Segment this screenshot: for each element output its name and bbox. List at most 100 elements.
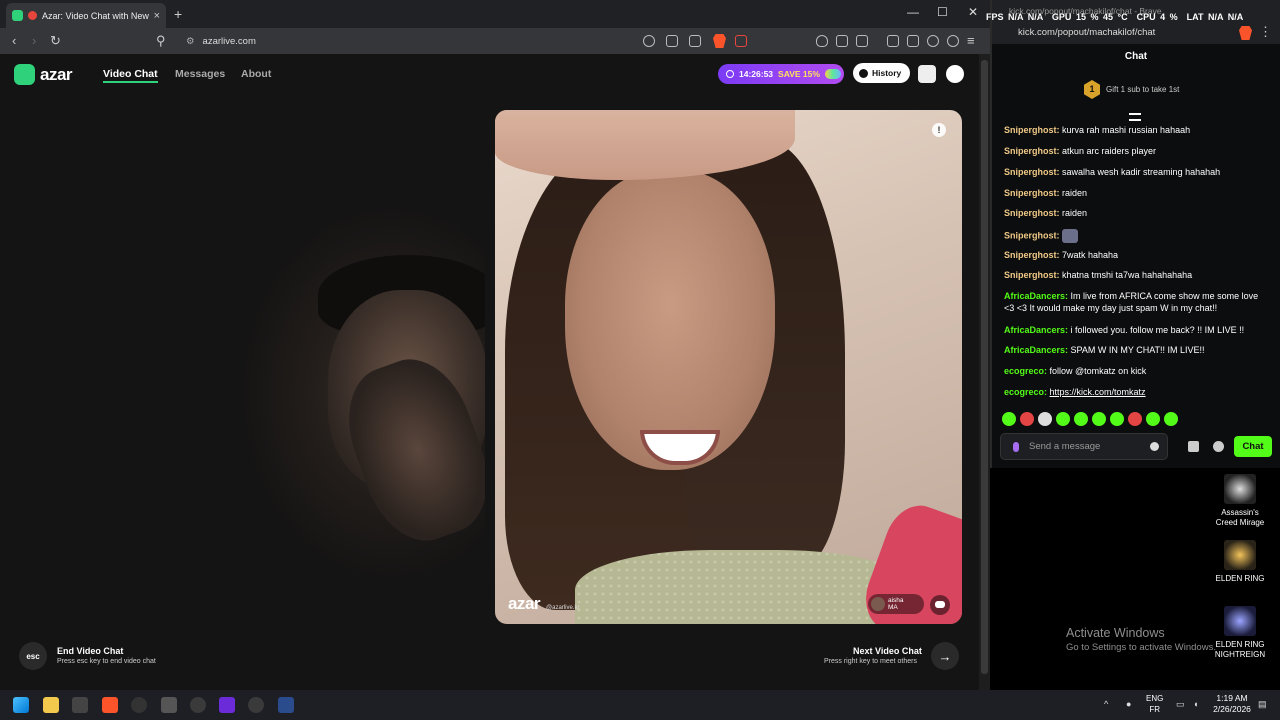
settings-icon[interactable] [1213,441,1224,452]
message-icon[interactable] [930,595,950,615]
emote-icon[interactable] [1110,412,1124,426]
emote-icon[interactable] [1020,412,1034,426]
nav-about[interactable]: About [241,68,271,80]
emote-icon[interactable] [1074,412,1088,426]
brave-taskbar-icon[interactable] [102,697,118,713]
tab-azar[interactable]: Azar: Video Chat with New P... × [6,3,166,28]
history-button[interactable]: History [853,63,910,83]
kick-menu-icon[interactable]: ⋮ [1259,24,1272,40]
emote-icon[interactable] [1164,412,1178,426]
chat-link[interactable]: https://kick.com/tomkatz [1050,387,1146,397]
chat-input[interactable]: Send a message [1000,433,1168,460]
chat-text: sawalha wesh kadir streaming hahahah [1062,167,1221,177]
chat-username[interactable]: AfricaDancers: [1004,291,1068,301]
report-button[interactable]: ! [932,123,946,137]
emote-icon[interactable] [1002,412,1016,426]
tray-overflow-icon[interactable]: ^ [1104,699,1108,709]
brave-rewards-icon[interactable] [735,35,747,47]
chat-username[interactable]: ecogreco: [1004,366,1047,376]
brave-shields-icon-kick[interactable] [1239,26,1252,40]
emote-icon[interactable] [1092,412,1106,426]
maximize-button[interactable]: ☐ [937,5,948,19]
leo-ai-icon[interactable] [927,35,939,47]
steam-icon[interactable] [131,697,147,713]
profile-icon[interactable] [946,65,964,83]
app-icon[interactable] [248,697,264,713]
reload-icon[interactable]: ↻ [50,33,61,49]
nav-messages[interactable]: Messages [175,68,225,80]
language-indicator[interactable]: ENG FR [1146,693,1163,715]
chat-username[interactable]: AfricaDancers: [1004,325,1068,335]
store-taskbar-icon[interactable] [72,697,88,713]
promo-badge[interactable]: 14:26:53 SAVE 15% [718,64,844,84]
volume-icon[interactable]: ◖ [1193,699,1198,709]
end-video-chat-title[interactable]: End Video Chat [57,646,123,656]
chat-username[interactable]: Sniperghost: [1004,250,1060,260]
chat-username[interactable]: Sniperghost: [1004,208,1060,218]
new-tab-button[interactable]: + [174,6,182,22]
zoom-icon[interactable] [643,35,655,47]
start-icon[interactable] [13,697,29,713]
file-explorer-icon[interactable] [43,697,59,713]
gift-sub-banner[interactable]: 1 Gift 1 sub to take 1st [1084,80,1179,99]
vpn-icon[interactable] [816,35,828,47]
app-icon[interactable] [190,697,206,713]
chat-username[interactable]: Sniperghost: [1004,270,1060,280]
forward-icon[interactable]: › [32,33,36,48]
peer-badge[interactable]: aisha MA [868,594,924,614]
esc-key-button[interactable]: esc [19,642,47,670]
mic-icon[interactable] [1013,441,1019,452]
chat-username[interactable]: Sniperghost: [1004,125,1060,135]
desktop-icon-ac-mirage[interactable]: Assassin's Creed Mirage [1210,474,1270,528]
menu-icon[interactable]: ≡ [967,33,975,48]
nav-video-chat[interactable]: Video Chat [103,68,158,83]
vpn-shield-icon[interactable] [947,35,959,47]
emoji-icon[interactable] [1150,442,1159,451]
desktop-icon-nightreign[interactable]: ELDEN RING NIGHTREIGN [1210,606,1270,660]
tab-close-button[interactable]: × [154,10,160,22]
emote-icon[interactable] [1056,412,1070,426]
screenshot-icon[interactable] [856,35,868,47]
extensions-icon[interactable] [836,35,848,47]
chat-text: raiden [1062,208,1088,218]
next-video-chat-title[interactable]: Next Video Chat [853,646,922,656]
nzxt-icon[interactable] [219,697,235,713]
clock[interactable]: 1:19 AM 2/26/2026 [1212,693,1252,715]
kick-url[interactable]: kick.com/popout/machakilof/chat [1018,27,1155,38]
scroll-thumb[interactable] [981,60,988,674]
desktop-icon-elden-ring[interactable]: ELDEN RING [1210,540,1270,584]
cast-icon[interactable] [666,35,678,47]
store-icon[interactable] [918,65,936,83]
chat-username[interactable]: Sniperghost: [1004,146,1060,156]
epic-games-icon[interactable] [161,697,177,713]
chat-username[interactable]: ecogreco: [1004,387,1047,397]
close-window-button[interactable]: ✕ [968,5,978,19]
azar-page: azar Video Chat Messages About 14:26:53 … [0,54,990,690]
wallet-icon[interactable] [907,35,919,47]
chat-username[interactable]: Sniperghost: [1004,230,1060,240]
minimize-button[interactable]: — [907,5,919,19]
app-icon[interactable] [278,697,294,713]
azar-logo[interactable]: azar [14,64,73,85]
chat-send-button[interactable]: Chat [1234,436,1272,457]
emote-icon[interactable] [1128,412,1142,426]
mic-tray-icon[interactable]: ● [1126,699,1131,709]
emote-icon[interactable] [1038,412,1052,426]
bookmark-icon[interactable]: ⚲ [156,33,166,49]
arrow-right-icon[interactable]: → [931,642,959,670]
site-info-icon[interactable]: ⚙ [186,36,195,47]
network-icon[interactable]: ▭ [1176,699,1185,710]
page-scrollbar[interactable] [979,54,990,690]
back-icon[interactable]: ‹ [12,33,16,48]
gpu-value: 15 % [1075,12,1099,22]
chat-username[interactable]: AfricaDancers: [1004,345,1068,355]
emote-icon[interactable] [1146,412,1160,426]
chat-username[interactable]: Sniperghost: [1004,188,1060,198]
chat-username[interactable]: Sniperghost: [1004,167,1060,177]
gift-icon[interactable] [1188,441,1199,452]
share-icon[interactable] [689,35,701,47]
promo-timer: 14:26:53 [739,69,774,79]
notification-icon[interactable]: ▤ [1258,699,1267,710]
filter-icon[interactable] [1129,113,1141,121]
sidebar-icon[interactable] [887,35,899,47]
